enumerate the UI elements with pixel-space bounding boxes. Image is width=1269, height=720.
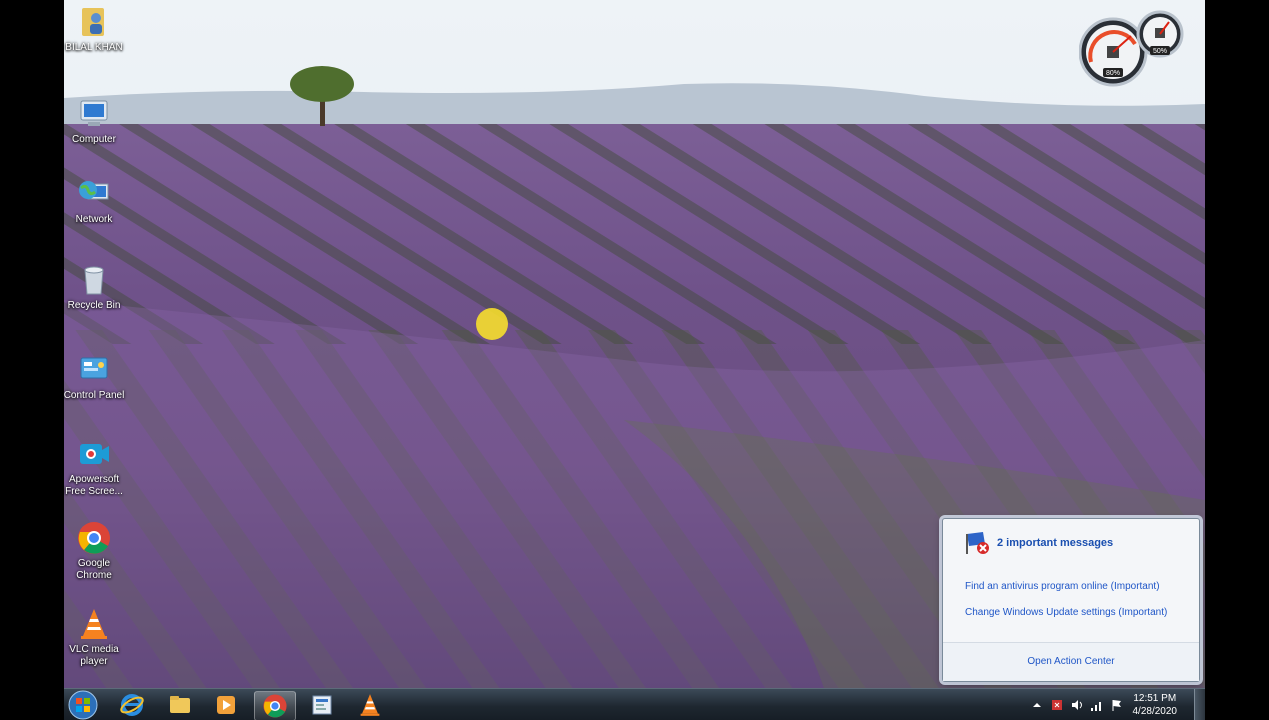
- media-player-icon: [217, 696, 235, 714]
- desktop-icon-computer[interactable]: Computer: [64, 96, 126, 146]
- chrome-icon: [263, 694, 287, 718]
- network-icon: [79, 181, 109, 200]
- desktop-icon-label: Recycle Bin: [67, 300, 121, 311]
- popup-header-text: 2 important messages: [997, 537, 1114, 549]
- volume-icon[interactable]: [1070, 698, 1084, 712]
- action-center-popup: 2 important messages Find an antivirus p…: [942, 518, 1200, 682]
- action-center-flag-icon: [966, 532, 989, 554]
- system-tray: 12:51 PM 4/28/2020: [1027, 689, 1178, 720]
- apowersoft-icon: [80, 444, 109, 464]
- desktop-icon-label: Network: [75, 214, 113, 225]
- clock-date: 4/28/2020: [1132, 706, 1178, 717]
- popup-header: 2 important messages: [963, 529, 1113, 557]
- open-action-center-link[interactable]: Open Action Center: [943, 642, 1199, 681]
- desktop-icon-chrome[interactable]: Google Chrome: [64, 520, 126, 582]
- taskbar-media-player-button[interactable]: [206, 691, 246, 719]
- clock-time: 12:51 PM: [1133, 693, 1177, 704]
- mouse-cursor-highlight: [476, 308, 508, 340]
- recycle-bin-icon: [84, 266, 104, 295]
- desktop-icon-label: Google Chrome: [76, 558, 112, 581]
- antivirus-message-link[interactable]: Find an antivirus program online (Import…: [965, 581, 1160, 592]
- desktop-icon-apowersoft[interactable]: Apowersoft Free Scree...: [64, 436, 126, 498]
- desktop-icon-recycle-bin[interactable]: Recycle Bin: [64, 262, 126, 312]
- desktop-icon-network[interactable]: Network: [64, 176, 126, 226]
- network-tray-icon[interactable]: [1090, 698, 1104, 712]
- cpu-meter-gadget[interactable]: 80% 50%: [1079, 6, 1187, 88]
- desktop-icon-label: BILAL KHAN: [65, 42, 123, 53]
- desktop-icon-vlc[interactable]: VLC media player: [64, 606, 126, 668]
- computer-icon: [80, 100, 108, 126]
- taskbar-contacts-button[interactable]: [302, 691, 342, 719]
- desktop-icon-user-folder[interactable]: BILAL KHAN: [64, 4, 126, 54]
- taskbar: 12:51 PM 4/28/2020: [64, 688, 1205, 720]
- desktop-icon-label: Computer: [72, 134, 116, 145]
- cpu-percent-readout: 80%: [1106, 70, 1120, 77]
- taskbar-internet-explorer-button[interactable]: [112, 691, 152, 719]
- flag-tray-icon[interactable]: [1110, 698, 1124, 712]
- show-hidden-icons-icon[interactable]: [1030, 698, 1044, 712]
- user-folder-icon: [82, 8, 104, 36]
- desktop-icon-label: Apowersoft Free Scree...: [65, 474, 123, 497]
- memory-percent-readout: 50%: [1153, 48, 1167, 55]
- chrome-icon: [78, 522, 110, 554]
- internet-explorer-icon: [120, 694, 144, 716]
- control-panel-icon: [80, 357, 108, 379]
- vlc-icon: [81, 609, 107, 639]
- taskbar-vlc-button[interactable]: [350, 691, 390, 719]
- desktop-icon-label: Control Panel: [64, 390, 125, 401]
- taskbar-file-explorer-button[interactable]: [160, 691, 200, 719]
- desktop-screen: BILAL KHAN Computer Network Recycle Bin: [64, 0, 1205, 720]
- action-center-tray-icon[interactable]: [1050, 698, 1064, 712]
- desktop-icon-control-panel[interactable]: Control Panel: [64, 352, 126, 402]
- taskbar-clock[interactable]: 12:51 PM 4/28/2020: [1133, 692, 1178, 718]
- desktop-icon-label: VLC media player: [69, 644, 119, 667]
- windows-update-message-link[interactable]: Change Windows Update settings (Importan…: [965, 607, 1167, 618]
- show-desktop-button[interactable]: [1194, 689, 1205, 720]
- file-explorer-icon: [170, 696, 190, 713]
- start-orb-icon[interactable]: [68, 690, 98, 720]
- vlc-icon: [360, 694, 380, 716]
- taskbar-chrome-button[interactable]: [254, 691, 296, 720]
- contacts-icon: [312, 695, 332, 715]
